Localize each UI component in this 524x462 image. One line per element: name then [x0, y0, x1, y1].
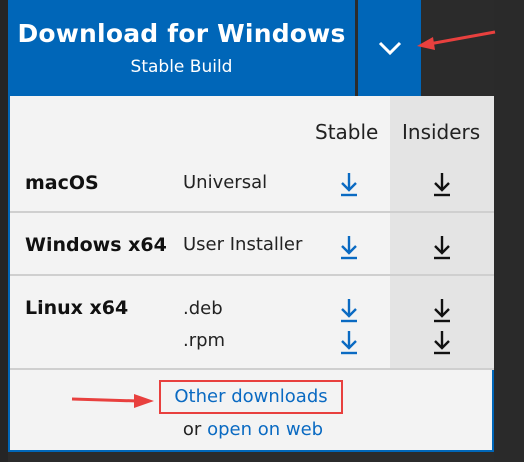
row-separator [10, 368, 494, 370]
or-text: or [182, 419, 202, 440]
other-downloads-link[interactable]: Other downloads [159, 386, 343, 407]
annotation-arrow-dropdown [417, 30, 496, 50]
os-label-windows-x64: Windows x64 [25, 234, 167, 256]
download-button-subtitle: Stable Build [130, 57, 233, 77]
open-on-web-line: or open on web [10, 419, 496, 440]
variant-label-universal: Universal [183, 172, 268, 193]
annotation-arrow-other-downloads [71, 394, 154, 408]
download-insiders-macos-icon[interactable] [431, 170, 453, 198]
row-separator [10, 274, 494, 276]
download-insiders-windows-icon[interactable] [431, 233, 453, 261]
stable-column-header: Stable [315, 120, 379, 144]
download-options-dropdown-button[interactable] [358, 0, 421, 96]
download-stable-linux-deb-icon[interactable] [338, 296, 360, 324]
insiders-column-header: Insiders [402, 120, 481, 144]
variant-label-deb: .deb [183, 298, 223, 319]
download-insiders-linux-rpm-icon[interactable] [431, 328, 453, 356]
download-stable-macos-icon[interactable] [338, 170, 360, 198]
chevron-down-icon [378, 41, 401, 56]
variant-label-user-installer: User Installer [183, 234, 303, 255]
download-button-title: Download for Windows [17, 19, 346, 48]
os-label-macos: macOS [25, 172, 99, 194]
download-stable-linux-rpm-icon[interactable] [338, 328, 360, 356]
download-for-windows-button[interactable]: Download for Windows Stable Build [8, 0, 355, 96]
download-stable-windows-icon[interactable] [338, 233, 360, 261]
os-label-linux-x64: Linux x64 [25, 297, 129, 319]
left-background [0, 0, 8, 462]
open-on-web-link[interactable]: open on web [207, 419, 323, 440]
row-separator [10, 211, 494, 213]
download-insiders-linux-deb-icon[interactable] [431, 296, 453, 324]
variant-label-rpm: .rpm [183, 330, 226, 351]
right-background [494, 0, 524, 462]
